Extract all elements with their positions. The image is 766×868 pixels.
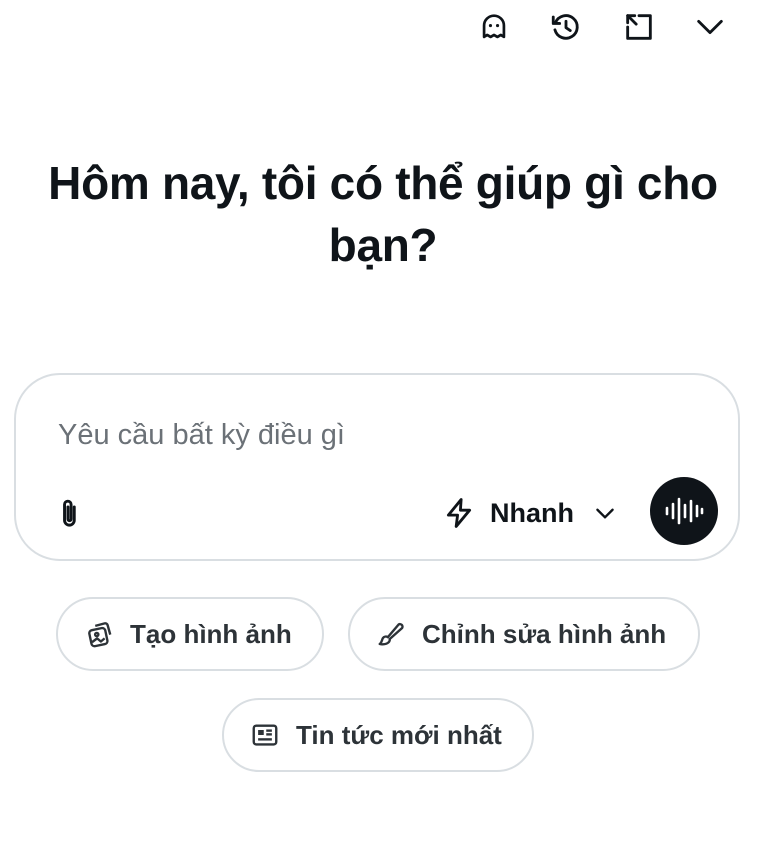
suggestion-label: Chỉnh sửa hình ảnh	[422, 618, 667, 649]
dropdown-button[interactable]	[688, 5, 732, 49]
voice-waveform-icon	[665, 497, 704, 525]
paperclip-icon	[63, 499, 76, 527]
prompt-composer: Nhanh	[14, 373, 740, 561]
history-button[interactable]	[544, 5, 588, 49]
ghost-mode-button[interactable]	[472, 5, 516, 49]
collapse-icon	[626, 14, 652, 40]
page-title: Hôm nay, tôi có thể giúp gì cho bạn?	[0, 152, 766, 276]
top-bar	[0, 0, 766, 54]
ghost-icon	[482, 14, 506, 39]
prompt-input[interactable]	[56, 411, 680, 459]
voice-mode-button[interactable]	[650, 477, 718, 545]
suggestion-label: Tạo hình ảnh	[130, 618, 292, 649]
suggestion-latest-news[interactable]: Tin tức mới nhất	[222, 698, 534, 772]
page-title-line-2: bạn?	[328, 219, 438, 271]
chevron-down-icon	[697, 19, 723, 35]
image-stack-icon	[88, 622, 112, 648]
model-mode-selector[interactable]: Nhanh	[442, 489, 618, 537]
suggestion-create-image[interactable]: Tạo hình ảnh	[56, 597, 324, 671]
page-title-line-1: Hôm nay, tôi có thể giúp gì cho	[48, 157, 718, 209]
history-icon	[551, 14, 579, 40]
suggestion-edit-image[interactable]: Chỉnh sửa hình ảnh	[348, 597, 700, 671]
lightning-icon	[446, 498, 472, 528]
suggestion-label: Tin tức mới nhất	[296, 719, 502, 750]
model-mode-label: Nhanh	[490, 497, 574, 528]
brush-icon	[378, 622, 404, 646]
chevron-down-icon	[596, 508, 614, 519]
newspaper-icon	[252, 724, 278, 746]
collapse-button[interactable]	[617, 5, 661, 49]
attach-button[interactable]	[50, 491, 90, 535]
